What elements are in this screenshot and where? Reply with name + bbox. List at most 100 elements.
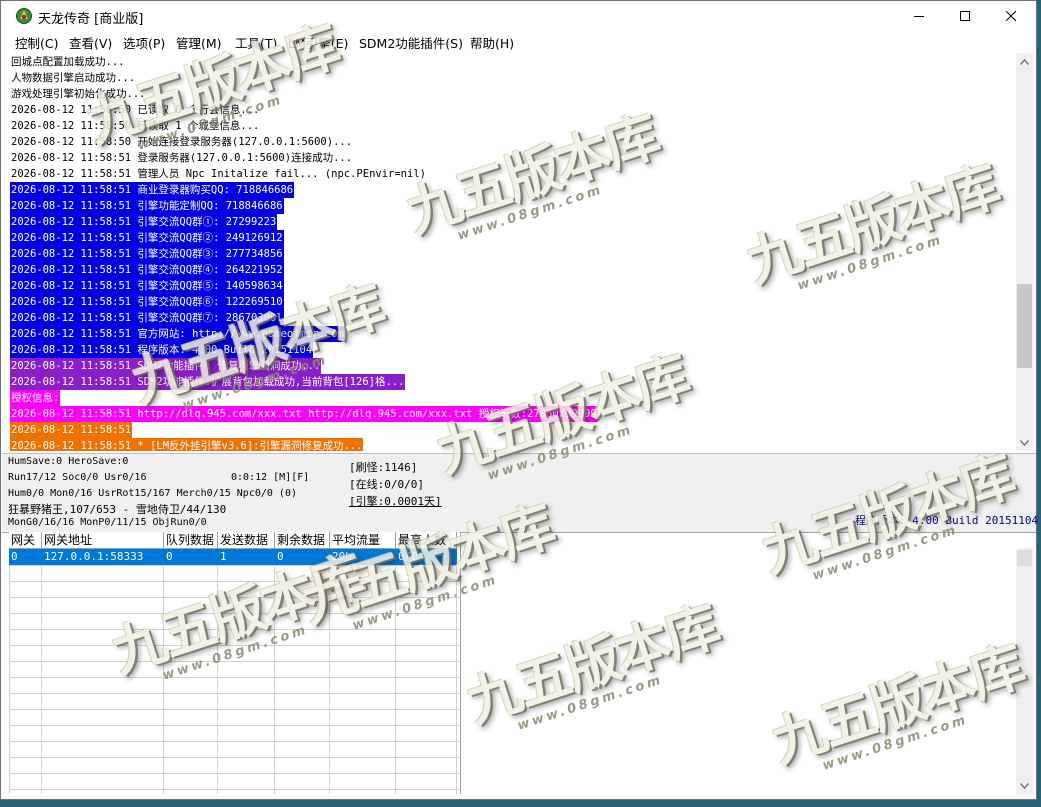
table-cell: 0 <box>277 550 284 563</box>
grid-col-line <box>41 549 42 794</box>
menu-sdm2-plugin[interactable]: SDM2功能插件(S) <box>359 33 463 52</box>
app-icon <box>16 8 32 24</box>
scroll-thumb[interactable] <box>1017 284 1032 368</box>
log-line: 回城点配置加载成功... <box>11 56 125 68</box>
log-panel[interactable]: 回城点配置加载成功... 人物数据引擎启动成功... 游戏处理引擎初始化成功... 2… <box>9 53 1016 451</box>
log-line: 2026-08-12 11:58:51 引擎交流QQ群②: 249126912 <box>10 230 284 246</box>
column-header[interactable]: 队列数据 <box>164 532 218 549</box>
table-cell: 0 <box>11 550 18 563</box>
scroll-down-arrow[interactable] <box>1016 434 1033 451</box>
scroll-up-arrow[interactable] <box>1016 53 1033 70</box>
minimize-button[interactable] <box>896 1 942 31</box>
menu-control[interactable]: 控制(C) <box>15 33 58 52</box>
grid-col-line <box>9 549 10 794</box>
status-run: Run17/12 Soc0/0 Usr0/16 <box>8 472 147 483</box>
log-line: 2026-08-12 11:58:51 <box>10 422 133 438</box>
log-line: 2026-08-12 11:58:51 管理人员 Npc Initalize f… <box>11 168 426 180</box>
close-button[interactable] <box>988 1 1034 31</box>
lower-scroll-thumb[interactable] <box>1017 550 1032 566</box>
column-header[interactable]: 平均流量 <box>330 532 396 549</box>
grid-row-line <box>9 725 460 726</box>
log-line: 2026-08-12 11:58:51 SDM2功能插件: 修复引擎漏洞成功..… <box>10 358 322 374</box>
window-title: 天龙传奇 [商业版] <box>38 12 144 27</box>
column-header[interactable]: 剩余数据 <box>275 532 330 549</box>
table-cell: 1 <box>220 550 227 563</box>
grid-row-line <box>9 741 460 742</box>
status-refresh: [刷怪:1146] <box>349 461 418 474</box>
grid-row-line <box>9 565 460 566</box>
log-scrollbar[interactable] <box>1016 53 1033 451</box>
status-online: [在线:0/0/0] <box>349 478 424 491</box>
grid-row-line <box>9 773 460 774</box>
watermark: 九五版本库 www.08gm.com <box>764 634 1031 775</box>
status-monster: 狂暴野猪王,107/653 - 雪地侍卫/44/130 <box>8 503 227 516</box>
grid-row-line <box>9 709 460 710</box>
grid-row-line <box>9 645 460 646</box>
grid-col-line <box>274 549 275 794</box>
status-version: 程序版本: 4.00 Build 20151104 <box>855 514 1039 527</box>
lower-scroll-down-arrow[interactable] <box>1016 777 1033 794</box>
maximize-button[interactable] <box>942 1 988 31</box>
lower-scrollbar[interactable] <box>1016 548 1033 795</box>
status-mon-counts: MonG0/16/16 MonP0/11/15 ObjRun0/0 <box>8 517 207 528</box>
log-line: 授权信息: <box>10 390 61 406</box>
table-cell: 20b <box>332 550 352 563</box>
grid-col-line <box>329 549 330 794</box>
gateway-table[interactable]: 网关 网关地址 队列数据 发送数据 剩余数据 平均流量 最高人数 0 127.0.0.1:583… <box>9 532 461 794</box>
watermark: 九五版本库 www.08gm.com <box>459 594 726 735</box>
grid-row-line <box>9 597 460 598</box>
maximize-icon <box>960 11 970 21</box>
menu-manage[interactable]: 管理(M) <box>176 33 222 52</box>
menu-help[interactable]: 帮助(H) <box>470 33 514 52</box>
log-line: 2026-08-12 11:58:51 引擎交流QQ群①: 27299223 <box>10 214 278 230</box>
menu-lm-engine[interactable]: LM引擎(E) <box>288 33 348 52</box>
log-line: 2026-08-12 11:58:51 引擎功能定制QQ: 718846686 <box>10 198 284 214</box>
menu-bar: 控制(C) 查看(V) 选项(P) 管理(M) 工具(T) LM引擎(E) SD… <box>1 31 1036 52</box>
status-objects: Hum0/0 Mon0/16 UsrRot15/167 Merch0/15 Np… <box>8 488 297 499</box>
grid-col-line <box>217 549 218 794</box>
grid-row-line <box>9 581 460 582</box>
status-clock: 0:0:12 [M][F] <box>231 472 310 483</box>
minimize-icon <box>914 16 924 17</box>
log-line: 2026-08-12 11:58:51 引擎交流QQ群③: 277734856 <box>10 246 284 262</box>
log-line: 2026-08-12 11:58:51 * [LM反外挂引擎v3.6]:引擎漏洞… <box>10 438 364 451</box>
column-header[interactable]: 网关地址 <box>42 532 164 549</box>
status-save: HumSave:0 HeroSave:0 <box>8 456 129 467</box>
table-cell: 0 <box>166 550 173 563</box>
log-line: 2026-08-12 11:58:51 引擎交流QQ群④: 264221952 <box>10 262 284 278</box>
column-header[interactable]: 发送数据 <box>218 532 275 549</box>
log-line: 人物数据引擎启动成功... <box>11 72 135 84</box>
main-window: 天龙传奇 [商业版] 控制(C) 查看(V) 选项(P) 管理(M) 工具(T)… <box>0 0 1039 800</box>
grid-row-line <box>9 757 460 758</box>
title-bar[interactable]: 天龙传奇 [商业版] <box>1 1 1036 31</box>
log-line: 2026-08-12 11:58:51 SDM2功能插件:扩展背包加载成功,当前… <box>10 374 406 390</box>
grid-col-line <box>163 549 164 794</box>
column-header[interactable]: 最高人数 <box>396 532 457 549</box>
log-line: 2026-08-12 11:58:51 引擎交流QQ群⑥: 122269510 <box>10 294 284 310</box>
log-line: 2026-08-12 11:58:51 登录服务器(127.0.0.1:5600… <box>11 152 353 164</box>
menu-tools[interactable]: 工具(T) <box>235 33 277 52</box>
menu-options[interactable]: 选项(P) <box>123 33 165 52</box>
log-line: 2026-08-12 11:58:51 http://dlq.945.com/x… <box>10 406 598 422</box>
menu-view[interactable]: 查看(V) <box>69 33 112 52</box>
log-line: 2026-08-12 11:58:51 商业登录器购买QQ: 718846686 <box>10 182 295 198</box>
log-line: 2026-08-12 11:58:51 程序版本: 4.00 Build 201… <box>10 342 314 358</box>
log-line: 2026-08-12 11:58:51 引擎交流QQ群⑦: 28670300l <box>10 310 284 326</box>
table-row[interactable]: 0 127.0.0.1:58333 0 1 0 20b 0/0 <box>9 549 457 565</box>
table-cell: 127.0.0.1:58333 <box>44 550 144 563</box>
grid-col-line <box>456 549 457 794</box>
grid-row-line <box>9 677 460 678</box>
column-header[interactable]: 网关 <box>9 532 42 549</box>
table-cell: 0/0 <box>398 550 418 563</box>
grid-row-line <box>9 789 460 790</box>
log-line: 2026-08-12 11:58:50 开始连接登录服务器(127.0.0.1:… <box>11 136 353 148</box>
chevron-down-icon <box>1020 439 1029 446</box>
log-line: 2026-08-12 11:58:50 已读取 0 个行会信息... <box>11 104 260 116</box>
grid-row-line <box>9 693 460 694</box>
log-line: 2026-08-12 11:58:50 已读取 1 个城堡信息... <box>11 120 260 132</box>
status-panel: HumSave:0 HeroSave:0 Run17/12 Soc0/0 Usr… <box>2 453 1039 533</box>
grid-col-line <box>395 549 396 794</box>
log-line: 游戏处理引擎初始化成功... <box>11 88 146 100</box>
close-icon <box>1006 11 1016 21</box>
grid-row-line <box>9 661 460 662</box>
